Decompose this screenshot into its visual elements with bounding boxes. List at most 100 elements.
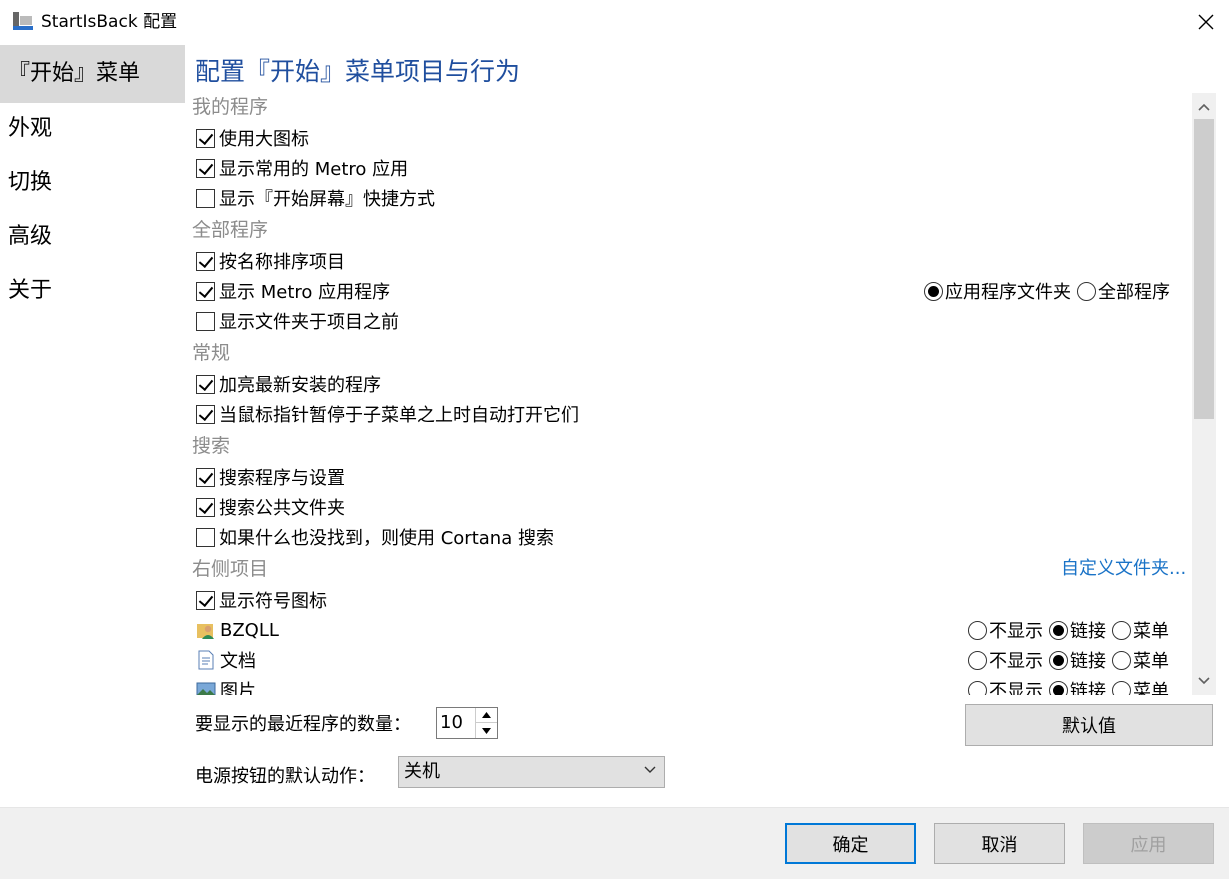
power-action-select[interactable]: 关机	[398, 756, 665, 788]
use-large-icons-checkbox[interactable]: 使用大图标	[196, 123, 309, 153]
apply-button[interactable]: 应用	[1083, 823, 1214, 864]
highlight-new-checkbox[interactable]: 加亮最新安装的程序	[196, 369, 381, 399]
power-action-value: 关机	[404, 761, 440, 782]
sort-by-name-checkbox[interactable]: 按名称排序项目	[196, 246, 345, 276]
options-scroll-area: 我的程序 使用大图标 显示常用的 Metro 应用 显示『开始屏幕』快捷方式 全…	[186, 93, 1192, 695]
radio-label: 菜单	[1133, 651, 1169, 672]
search-programs-checkbox[interactable]: 搜索程序与设置	[196, 462, 345, 492]
radio-hide[interactable]: 不显示	[968, 647, 1043, 673]
stepper-down-button[interactable]	[476, 723, 497, 738]
cancel-button[interactable]: 取消	[934, 823, 1065, 864]
checkbox-label: 搜索公共文件夹	[219, 498, 345, 519]
close-button[interactable]	[1183, 0, 1229, 44]
customize-folders-link[interactable]: 自定义文件夹...	[1061, 554, 1186, 584]
user-folder-icon	[197, 624, 214, 639]
show-metro-checkbox[interactable]: 显示常用的 Metro 应用	[196, 153, 408, 183]
checkbox-box	[196, 374, 215, 394]
sidebar-item-about[interactable]: 关于	[0, 262, 185, 320]
defaults-button[interactable]: 默认值	[965, 704, 1213, 746]
radio-label: 链接	[1070, 681, 1106, 695]
scroll-thumb[interactable]	[1194, 119, 1214, 419]
radio-dot	[1112, 680, 1131, 695]
title-bar: StartIsBack 配置	[0, 0, 1229, 44]
checkbox-box	[196, 188, 215, 208]
ok-button[interactable]: 确定	[785, 823, 916, 864]
radio-label: 应用程序文件夹	[945, 282, 1071, 303]
document-icon	[198, 650, 214, 670]
radio-label: 菜单	[1133, 621, 1169, 642]
window-title: StartIsBack 配置	[41, 12, 178, 32]
checkbox-box	[196, 158, 215, 178]
scroll-up-button[interactable]	[1192, 95, 1216, 119]
triangle-up-icon	[482, 712, 491, 718]
radio-dot	[1049, 680, 1068, 695]
radio-menu[interactable]: 菜单	[1112, 647, 1169, 673]
radio-hide[interactable]: 不显示	[968, 617, 1043, 643]
radio-app-folder[interactable]: 应用程序文件夹	[924, 278, 1071, 304]
list-item: BZQLL	[186, 615, 279, 645]
search-public-checkbox[interactable]: 搜索公共文件夹	[196, 492, 345, 522]
close-icon	[1198, 14, 1214, 30]
stepper-buttons	[475, 708, 497, 738]
checkbox-box	[196, 311, 215, 331]
checkbox-label: 显示符号图标	[219, 591, 327, 612]
checkbox-label: 显示常用的 Metro 应用	[219, 159, 409, 180]
hover-open-checkbox[interactable]: 当鼠标指针暂停于子菜单之上时自动打开它们	[196, 399, 579, 429]
section-my-programs: 我的程序	[192, 96, 269, 118]
radio-dot	[924, 281, 943, 301]
power-action-label: 电源按钮的默认动作：	[195, 766, 375, 787]
radio-dot	[1049, 620, 1068, 640]
show-start-shortcut-checkbox[interactable]: 显示『开始屏幕』快捷方式	[196, 183, 435, 213]
dialog-footer: 确定 取消 应用	[0, 807, 1229, 879]
radio-all-programs[interactable]: 全部程序	[1077, 278, 1170, 304]
checkbox-box	[196, 404, 215, 424]
radio-link[interactable]: 链接	[1049, 617, 1106, 643]
checkbox-box	[196, 590, 215, 610]
radio-dot	[1077, 281, 1096, 301]
vertical-scrollbar[interactable]	[1192, 93, 1216, 695]
chevron-up-icon	[1198, 103, 1210, 111]
checkbox-label: 如果什么也没找到，则使用 Cortana 搜索	[219, 528, 554, 549]
chevron-down-icon	[1198, 677, 1210, 685]
pictures-radio-group: 不显示 链接 菜单	[962, 675, 1169, 695]
folders-first-checkbox[interactable]: 显示文件夹于项目之前	[196, 306, 399, 336]
sidebar-item-advanced[interactable]: 高级	[0, 208, 185, 266]
radio-dot	[968, 680, 987, 695]
recent-count-value[interactable]: 10	[440, 708, 463, 738]
radio-dot	[1049, 650, 1068, 670]
stepper-up-button[interactable]	[476, 708, 497, 723]
checkbox-box	[196, 497, 215, 517]
radio-link[interactable]: 链接	[1049, 647, 1106, 673]
cortana-checkbox[interactable]: 如果什么也没找到，则使用 Cortana 搜索	[196, 522, 554, 552]
radio-label: 链接	[1070, 621, 1106, 642]
recent-count-label: 要显示的最近程序的数量：	[195, 714, 411, 735]
sidebar-item-switching[interactable]: 切换	[0, 154, 185, 212]
radio-dot	[1112, 620, 1131, 640]
list-item: 文档	[186, 645, 256, 675]
section-right-items: 右侧项目	[192, 558, 269, 580]
radio-hide[interactable]: 不显示	[968, 677, 1043, 695]
checkbox-label: 显示文件夹于项目之前	[219, 312, 399, 333]
radio-link[interactable]: 链接	[1049, 677, 1106, 695]
list-item: 图片	[186, 675, 256, 695]
page-title: 配置『开始』菜单项目与行为	[195, 57, 521, 86]
radio-label: 不显示	[989, 651, 1043, 672]
all-programs-mode-radio-group: 应用程序文件夹 全部程序	[918, 276, 1170, 306]
recent-count-stepper[interactable]: 10	[436, 707, 498, 739]
section-general: 常规	[192, 342, 231, 364]
radio-label: 全部程序	[1098, 282, 1170, 303]
sidebar-item-appearance[interactable]: 外观	[0, 100, 185, 158]
sidebar-item-start-menu[interactable]: 『开始』菜单	[0, 45, 185, 103]
checkbox-label: 显示『开始屏幕』快捷方式	[219, 189, 435, 210]
radio-menu[interactable]: 菜单	[1112, 617, 1169, 643]
documents-radio-group: 不显示 链接 菜单	[962, 645, 1169, 675]
radio-label: 菜单	[1133, 681, 1169, 695]
radio-menu[interactable]: 菜单	[1112, 677, 1169, 695]
chevron-down-icon	[644, 766, 656, 773]
show-symbol-icons-checkbox[interactable]: 显示符号图标	[196, 585, 327, 615]
app-icon	[13, 12, 33, 30]
scroll-down-button[interactable]	[1192, 669, 1216, 693]
radio-dot	[1112, 650, 1131, 670]
show-metro-apps-checkbox[interactable]: 显示 Metro 应用程序	[196, 276, 390, 306]
list-item-label: BZQLL	[220, 619, 279, 641]
